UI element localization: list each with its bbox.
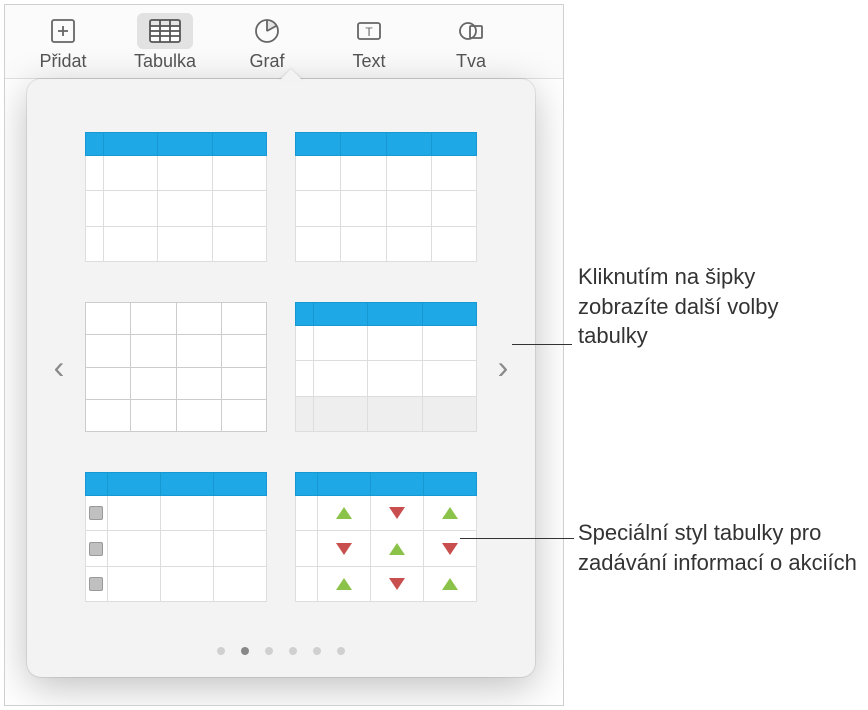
svg-text:T: T: [365, 25, 373, 39]
table-style-checkbox[interactable]: [85, 472, 267, 602]
table-style-no-header[interactable]: [85, 302, 267, 432]
toolbar-shapes[interactable]: Tva: [421, 9, 521, 76]
toolbar-chart[interactable]: Graf: [217, 9, 317, 76]
checkbox-icon: [89, 542, 103, 556]
table-styles-popover: ‹: [27, 79, 535, 677]
table-icon: [137, 13, 193, 49]
triangle-down-icon: [389, 507, 405, 519]
nav-right-arrow[interactable]: ›: [489, 347, 517, 387]
text-box-icon: T: [341, 13, 397, 49]
triangle-up-icon: [442, 507, 458, 519]
toolbar-text[interactable]: T Text: [319, 9, 419, 76]
toolbar: Přidat Tabulka: [5, 5, 563, 79]
table-style-header-simple[interactable]: [295, 132, 477, 262]
plus-page-icon: [35, 13, 91, 49]
table-style-stock[interactable]: [295, 472, 477, 602]
toolbar-table[interactable]: Tabulka: [115, 9, 215, 76]
toolbar-table-label: Tabulka: [134, 51, 196, 72]
page-dot-4[interactable]: [313, 647, 321, 655]
triangle-down-icon: [442, 543, 458, 555]
callout-stock-text: Speciální styl tabulky pro zadávání info…: [578, 518, 864, 577]
triangle-up-icon: [336, 507, 352, 519]
shapes-icon: [443, 13, 499, 49]
triangle-down-icon: [336, 543, 352, 555]
callout-line-stock: [460, 538, 574, 539]
checkbox-icon: [89, 577, 103, 591]
toolbar-shapes-label: Tva: [456, 51, 486, 72]
table-style-header-footer[interactable]: [295, 302, 477, 432]
toolbar-text-label: Text: [352, 51, 385, 72]
toolbar-add-label: Přidat: [39, 51, 86, 72]
triangle-up-icon: [389, 543, 405, 555]
callout-line-arrow: [512, 344, 572, 345]
page-dot-0[interactable]: [217, 647, 225, 655]
page-indicator: [45, 647, 517, 655]
page-dot-1[interactable]: [241, 647, 249, 655]
callout-arrow-text: Kliknutím na šipky zobrazíte další volby…: [578, 262, 850, 351]
page-dot-3[interactable]: [289, 647, 297, 655]
styles-grid: [85, 132, 477, 602]
app-window: Přidat Tabulka: [4, 4, 564, 706]
triangle-up-icon: [442, 578, 458, 590]
triangle-down-icon: [389, 578, 405, 590]
triangle-up-icon: [336, 578, 352, 590]
toolbar-add[interactable]: Přidat: [13, 9, 113, 76]
table-style-header-plain[interactable]: [85, 132, 267, 262]
page-dot-2[interactable]: [265, 647, 273, 655]
page-dot-5[interactable]: [337, 647, 345, 655]
styles-carousel: ‹: [45, 107, 517, 627]
checkbox-icon: [89, 506, 103, 520]
nav-left-arrow[interactable]: ‹: [45, 347, 73, 387]
pie-chart-icon: [239, 13, 295, 49]
